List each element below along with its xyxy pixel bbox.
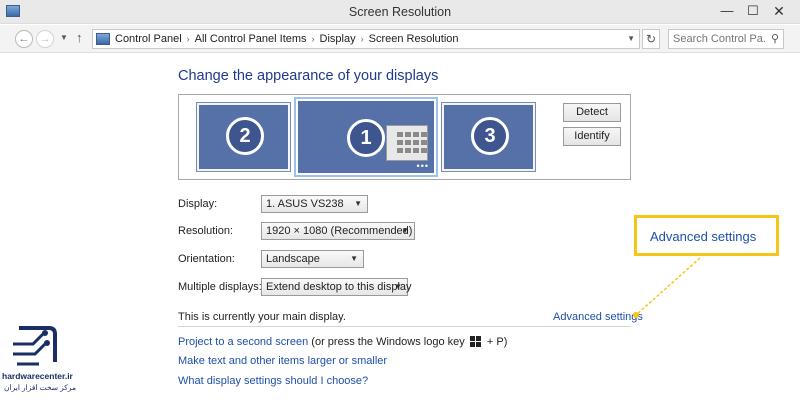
watermark-brand: hardwarecenter.ir <box>2 371 73 381</box>
callout-text: Advanced settings <box>650 229 757 244</box>
watermark-logo: hardwarecenter.ir مرکز سخت افزار ایران <box>0 318 76 400</box>
screen-resolution-window: Screen Resolution — ☐ ✕ ← → ▼ ↑ Control … <box>0 0 800 400</box>
advanced-settings-callout: Advanced settings <box>634 215 779 256</box>
circuit-logo-icon <box>13 326 57 366</box>
callout-pointer <box>633 257 701 318</box>
watermark-subtitle: مرکز سخت افزار ایران <box>4 383 77 392</box>
